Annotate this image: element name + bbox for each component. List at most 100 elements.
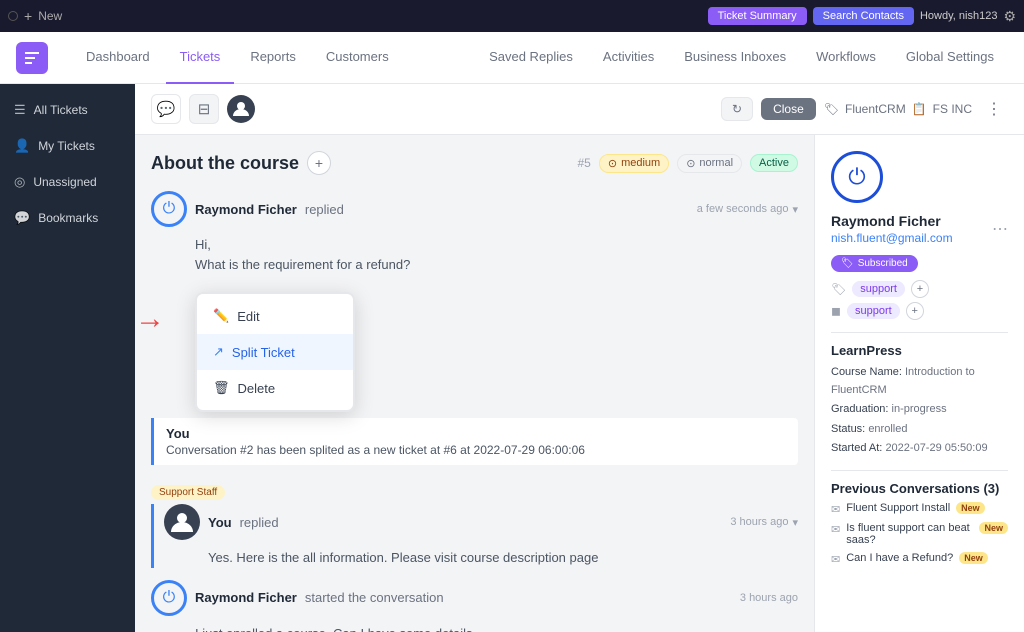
- new-tab-label: New: [38, 9, 62, 23]
- top-bar: + New Ticket Summary Search Contacts How…: [0, 0, 1024, 32]
- new-badge-2: New: [979, 522, 1008, 534]
- split-label: Split Ticket: [232, 345, 295, 360]
- message-3-time: 3 hours ago: [740, 592, 798, 604]
- ticket-title-row: About the course + #5 ⊙ medium ⊙ normal …: [151, 151, 798, 175]
- contact-menu-icon[interactable]: ⋯: [992, 219, 1008, 239]
- message-you-header: You replied 3 hours ago ▾: [164, 504, 798, 540]
- tab-area: + New: [8, 8, 62, 24]
- nav-activities[interactable]: Activities: [589, 32, 668, 84]
- crm-icon: 🏷: [824, 102, 839, 116]
- ticket-menu-button[interactable]: ⋮: [980, 97, 1008, 121]
- search-contacts-button[interactable]: Search Contacts: [813, 7, 914, 25]
- tag-icon: 🏷: [841, 258, 854, 269]
- sidebar-item-my-tickets[interactable]: 👤 My Tickets: [0, 128, 135, 164]
- detail-view-button[interactable]: ⊟: [189, 94, 219, 124]
- conv-item-1[interactable]: ✉ Fluent Support Install New: [831, 502, 1008, 516]
- ticket-assignee-avatar: [227, 95, 255, 123]
- arrow-indicator: →: [135, 302, 165, 336]
- message-you-body: Yes. Here is the all information. Please…: [208, 548, 798, 568]
- message-1-header: ⏻ Raymond Ficher replied a few seconds a…: [151, 191, 798, 227]
- sidebar-label-bookmarks: Bookmarks: [38, 211, 98, 225]
- expand-icon-2[interactable]: ▾: [792, 516, 798, 529]
- dropdown-split-ticket[interactable]: ↗ Split Ticket: [197, 334, 353, 370]
- nav-items: Dashboard Tickets Reports Customers: [72, 32, 403, 84]
- crm-label: FluentCRM: [845, 102, 906, 116]
- ticket-meta: 🏷 FluentCRM 📋 FS INC: [824, 102, 972, 116]
- sidebar-item-all-tickets[interactable]: ☰ All Tickets: [0, 92, 135, 128]
- tag-label-icon-2: ◼: [831, 304, 841, 318]
- nav-tickets[interactable]: Tickets: [166, 32, 235, 84]
- nav-business-inboxes[interactable]: Business Inboxes: [670, 32, 800, 84]
- add-tag-button[interactable]: +: [307, 151, 331, 175]
- dropdown-edit[interactable]: ✏️ Edit: [197, 298, 353, 334]
- message-you-action: replied: [240, 515, 279, 530]
- nav-bar: Dashboard Tickets Reports Customers Save…: [0, 32, 1024, 84]
- email-icon-1: ✉: [831, 503, 840, 516]
- tab-dot: [8, 11, 18, 21]
- email-icon-2: ✉: [831, 523, 840, 536]
- delete-label: Delete: [238, 381, 276, 396]
- learnpress-title: LearnPress: [831, 332, 1008, 358]
- sidebar-label-unassigned: Unassigned: [33, 175, 96, 189]
- conv-item-2[interactable]: ✉ Is fluent support can beat saas? New: [831, 522, 1008, 546]
- tags-row-2: ◼ support +: [831, 302, 1008, 320]
- sidebar-item-bookmarks[interactable]: 💬 Bookmarks: [0, 200, 135, 236]
- system-text: Conversation #2 has been splited as a ne…: [166, 443, 786, 457]
- close-ticket-button[interactable]: Close: [761, 98, 816, 120]
- type-badge: ⊙ normal: [677, 154, 742, 173]
- ticket-number: #5: [577, 156, 590, 170]
- company-label: FS INC: [933, 102, 972, 116]
- message-3-body: I just enrolled a course. Can I have som…: [195, 624, 798, 632]
- ticket-summary-button[interactable]: Ticket Summary: [708, 7, 807, 25]
- nav-workflows[interactable]: Workflows: [802, 32, 890, 84]
- sidebar-label-my-tickets: My Tickets: [38, 139, 95, 153]
- tickets-icon: ☰: [14, 102, 26, 118]
- message-you: You replied 3 hours ago ▾ Yes. Here is t…: [151, 504, 798, 568]
- add-tag-1[interactable]: +: [911, 280, 929, 298]
- message-1-action: replied: [305, 202, 344, 217]
- message-1-avatar: ⏻: [151, 191, 187, 227]
- new-badge-1: New: [956, 502, 985, 514]
- edit-icon: ✏️: [213, 308, 229, 324]
- edit-label: Edit: [237, 309, 259, 324]
- type-dot: ⊙: [686, 157, 695, 170]
- message-3: ⏻ Raymond Ficher started the conversatio…: [151, 580, 798, 632]
- split-icon: ↗: [213, 344, 224, 360]
- nav-reports[interactable]: Reports: [236, 32, 310, 84]
- sidebar: ☰ All Tickets 👤 My Tickets ◎ Unassigned …: [0, 84, 135, 632]
- right-panel: ⏻ Raymond Ficher nish.fluent@gmail.com ⋯…: [814, 135, 1024, 632]
- settings-icon[interactable]: ⚙: [1003, 8, 1016, 25]
- tag-support-2: support: [847, 303, 900, 319]
- support-staff-badge: Support Staff: [151, 485, 225, 500]
- message-3-header: ⏻ Raymond Ficher started the conversatio…: [151, 580, 798, 616]
- dropdown-delete[interactable]: 🗑 Delete: [197, 370, 353, 406]
- email-icon-3: ✉: [831, 553, 840, 566]
- contact-name: Raymond Ficher: [831, 213, 953, 229]
- nav-saved-replies[interactable]: Saved Replies: [475, 32, 587, 84]
- conv-item-3[interactable]: ✉ Can I have a Refund? New: [831, 552, 1008, 566]
- person-icon: 👤: [14, 138, 30, 154]
- main-layout: ☰ All Tickets 👤 My Tickets ◎ Unassigned …: [0, 84, 1024, 632]
- message-3-sender: Raymond Ficher: [195, 590, 297, 605]
- eye-icon: ◎: [14, 174, 25, 190]
- nav-dashboard[interactable]: Dashboard: [72, 32, 164, 84]
- add-tag-2[interactable]: +: [906, 302, 924, 320]
- dropdown-area: → ✏️ Edit ↗ Split Ticket: [195, 282, 798, 402]
- expand-icon[interactable]: ▾: [792, 203, 798, 216]
- plus-icon[interactable]: +: [24, 8, 32, 24]
- new-badge-3: New: [959, 552, 988, 564]
- tags-row-1: 🏷 support +: [831, 280, 1008, 298]
- chat-view-button[interactable]: 💬: [151, 94, 181, 124]
- nav-global-settings[interactable]: Global Settings: [892, 32, 1008, 84]
- sidebar-item-unassigned[interactable]: ◎ Unassigned: [0, 164, 135, 200]
- refresh-button[interactable]: ↻: [721, 97, 753, 121]
- logo: [16, 42, 48, 74]
- contact-avatar: ⏻: [831, 151, 883, 203]
- nav-customers[interactable]: Customers: [312, 32, 403, 84]
- message-3-action: started the conversation: [305, 590, 444, 605]
- bookmark-icon: 💬: [14, 210, 30, 226]
- message-you-sender: You: [208, 515, 232, 530]
- message-1-body: Hi, What is the requirement for a refund…: [195, 235, 798, 274]
- ticket-content: About the course + #5 ⊙ medium ⊙ normal …: [135, 135, 814, 632]
- message-1: ⏻ Raymond Ficher replied a few seconds a…: [151, 191, 798, 402]
